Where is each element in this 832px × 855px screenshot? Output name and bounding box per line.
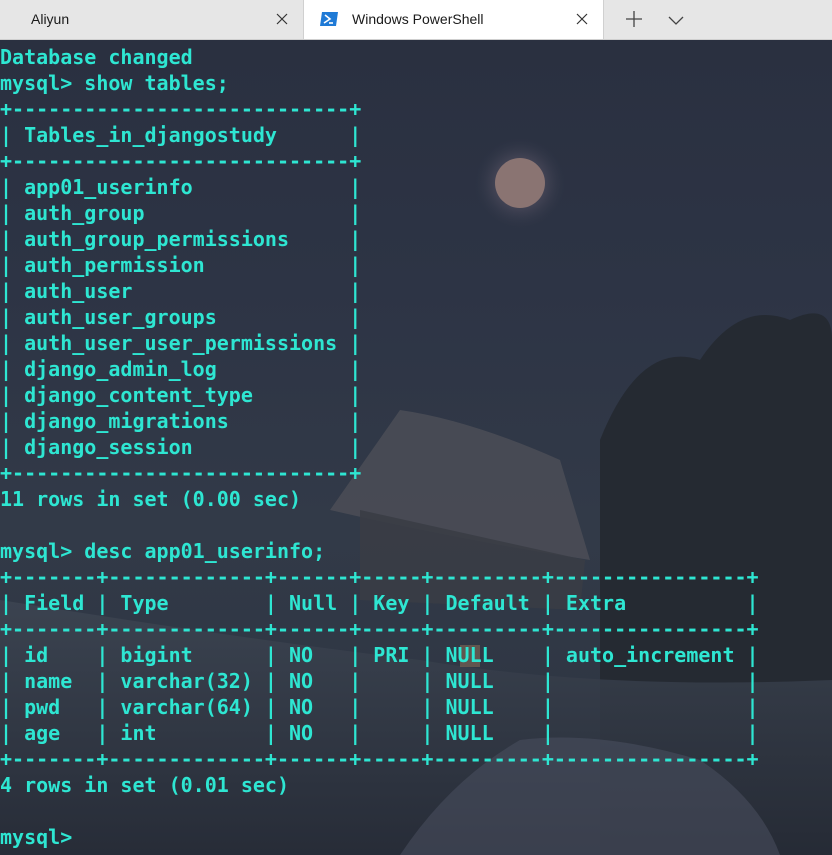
terminal-pane[interactable]: Database changed mysql> show tables; +----… (0, 40, 832, 855)
terminal-line: mysql> (0, 825, 73, 849)
terminal-line: 11 rows in set (0.00 sec) (0, 487, 302, 511)
terminal-line: | name | varchar(32) | NO | | NULL | | (0, 669, 759, 693)
chevron-down-icon[interactable] (665, 10, 687, 30)
tab-label: Aliyun (31, 11, 70, 27)
terminal-line: | age | int | NO | | NULL | | (0, 721, 759, 745)
terminal-line: | auth_group_permissions | (0, 227, 362, 251)
terminal-line: +-------+-------------+------+-----+----… (0, 617, 759, 641)
powershell-icon (320, 12, 338, 26)
tab-strip: Aliyun Windows PowerShell (0, 0, 832, 40)
close-icon[interactable] (573, 10, 591, 28)
terminal-line: +----------------------------+ (0, 97, 362, 121)
terminal-line: | auth_user_user_permissions | (0, 331, 362, 355)
terminal-line: 4 rows in set (0.01 sec) (0, 773, 289, 797)
terminal-line: | Tables_in_djangostudy | (0, 123, 362, 147)
terminal-line: +-------+-------------+------+-----+----… (0, 747, 759, 771)
terminal-line: | django_session | (0, 435, 362, 459)
terminal-line: +-------+-------------+------+-----+----… (0, 565, 759, 589)
terminal-line: +----------------------------+ (0, 149, 362, 173)
terminal-line: +----------------------------+ (0, 461, 362, 485)
terminal-line: mysql> desc app01_userinfo; (0, 539, 326, 563)
plus-icon[interactable] (623, 8, 645, 30)
terminal-line: | auth_user_groups | (0, 305, 362, 329)
terminal-line: | id | bigint | NO | PRI | NULL | auto_i… (0, 643, 759, 667)
tab-aliyun[interactable]: Aliyun (0, 0, 302, 39)
terminal-line: Database changed (0, 45, 193, 69)
terminal-line: | auth_user | (0, 279, 362, 303)
close-icon[interactable] (273, 10, 291, 28)
tab-label: Windows PowerShell (352, 11, 484, 27)
terminal-line: | app01_userinfo | (0, 175, 362, 199)
terminal-line: | django_migrations | (0, 409, 362, 433)
terminal-line: | django_content_type | (0, 383, 362, 407)
terminal-line: | django_admin_log | (0, 357, 362, 381)
terminal-line: mysql> show tables; (0, 71, 229, 95)
terminal-line: | pwd | varchar(64) | NO | | NULL | | (0, 695, 759, 719)
terminal-line: | auth_permission | (0, 253, 362, 277)
terminal-output: Database changed mysql> show tables; +----… (0, 44, 759, 850)
tab-windows-powershell[interactable]: Windows PowerShell (303, 0, 604, 39)
terminal-line: | Field | Type | Null | Key | Default | … (0, 591, 759, 615)
terminal-line: | auth_group | (0, 201, 362, 225)
